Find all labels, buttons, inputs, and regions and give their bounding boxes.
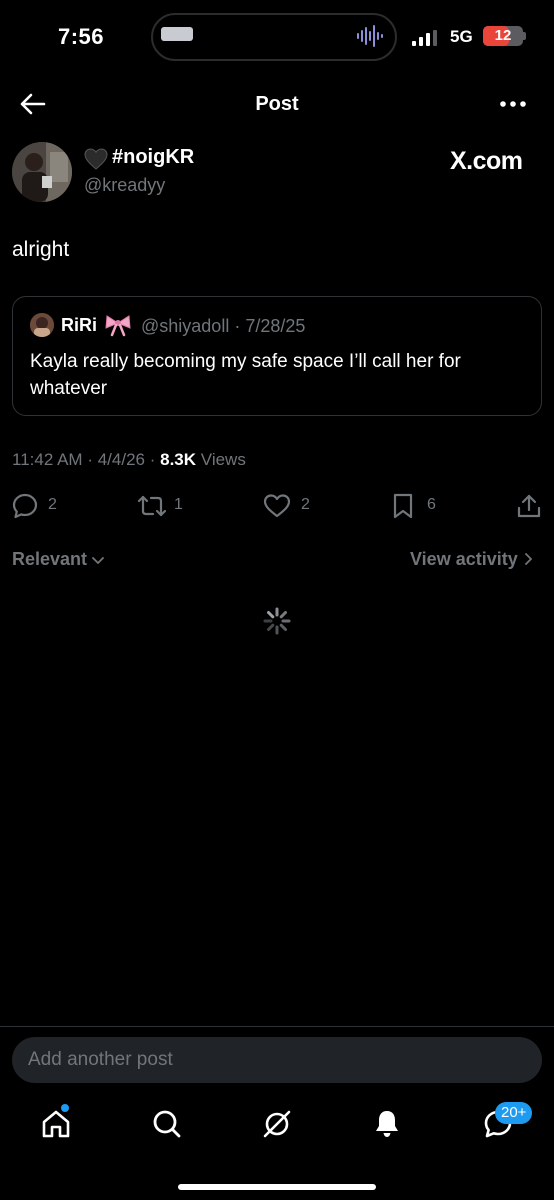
view-activity-link[interactable]: View activity [410, 549, 533, 570]
compose-placeholder: Add another post [28, 1049, 173, 1070]
quote-handle-date: @shiyadoll · 7/28/25 [141, 316, 305, 337]
quote-display-name: RiRi [61, 315, 97, 335]
signal-icon [412, 30, 437, 46]
post-time: 11:42 AM [12, 450, 83, 469]
live-activity-thumbnail [161, 27, 193, 41]
share-icon[interactable] [516, 493, 542, 519]
bookmark-icon[interactable] [391, 493, 415, 519]
battery-level: 12 [483, 26, 523, 46]
post-date: 4/4/26 [97, 450, 145, 469]
home-notification-dot [61, 1104, 69, 1112]
chevron-down-icon [92, 557, 104, 564]
search-icon[interactable] [151, 1108, 183, 1140]
quote-handle: @shiyadoll [141, 316, 230, 336]
reply-count: 2 [48, 496, 57, 513]
audio-wave-icon [357, 25, 383, 47]
network-type: 5G [450, 27, 473, 46]
bow-icon [105, 315, 131, 337]
post-text: alright [12, 238, 70, 261]
quote-text: Kayla really becoming my safe space I’ll… [30, 351, 461, 399]
bell-icon[interactable] [371, 1108, 403, 1140]
author-avatar[interactable] [12, 142, 72, 202]
home-indicator [178, 1184, 376, 1190]
sort-label: Relevant [12, 549, 88, 569]
separator-dot: · [87, 450, 93, 469]
separator-dot: · [234, 316, 241, 336]
black-heart-icon [84, 148, 108, 170]
reply-icon[interactable] [12, 493, 38, 519]
quote-date: 7/28/25 [245, 316, 306, 336]
post-meta: 11:42 AM · 4/4/26 · 8.3K Views [12, 450, 246, 470]
like-icon[interactable] [263, 493, 291, 519]
view-activity-label: View activity [410, 549, 518, 569]
author-display-name[interactable]: #noigKR [112, 146, 194, 169]
page-title: Post [255, 93, 299, 115]
bookmark-count: 6 [427, 496, 436, 513]
divider [0, 1026, 554, 1027]
separator-dot: · [149, 450, 156, 469]
sort-dropdown[interactable]: Relevant [12, 549, 104, 570]
grok-icon[interactable] [261, 1108, 293, 1140]
author-handle[interactable]: @kreadyy [84, 175, 165, 196]
more-icon[interactable] [498, 96, 528, 112]
quote-avatar-photo [30, 313, 54, 337]
battery-percent: 12 [494, 27, 512, 44]
quote-avatar [30, 313, 54, 337]
messages-badge: 20+ [495, 1102, 533, 1124]
status-time: 7:56 [58, 24, 105, 49]
views-label: Views [200, 450, 246, 469]
avatar-photo [12, 142, 72, 202]
repost-count: 1 [174, 496, 183, 513]
battery-cap [523, 32, 526, 40]
like-count: 2 [301, 496, 310, 513]
loading-spinner-icon [263, 607, 291, 635]
x-com-logo: X.com [450, 147, 523, 175]
views-count: 8.3K [160, 450, 197, 469]
chevron-right-icon [524, 553, 532, 565]
home-icon[interactable] [40, 1108, 72, 1140]
repost-icon[interactable] [136, 493, 168, 519]
